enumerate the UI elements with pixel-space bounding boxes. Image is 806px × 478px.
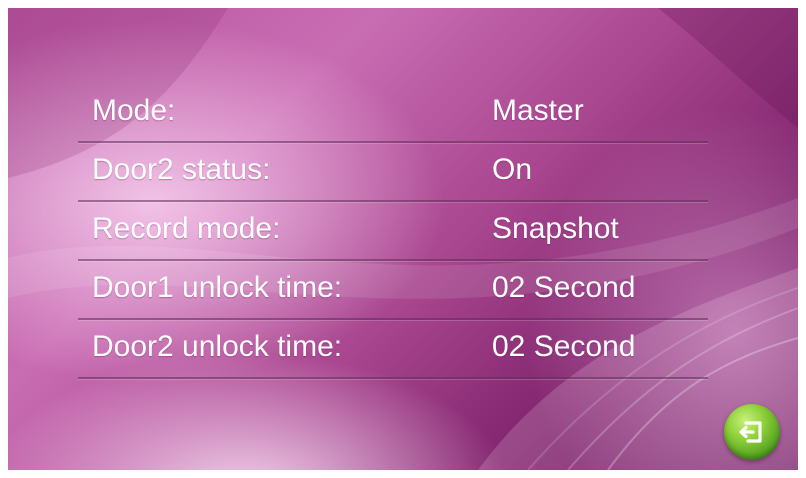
setting-row-door2-status[interactable]: Door2 status: On [78, 143, 708, 202]
setting-row-door2-unlock-time[interactable]: Door2 unlock time: 02 Second [78, 320, 708, 379]
setting-value[interactable]: 02 Second [492, 330, 635, 364]
setting-value[interactable]: Master [492, 94, 584, 128]
setting-label: Door2 unlock time: [92, 330, 343, 363]
setting-value[interactable]: Snapshot [492, 212, 619, 246]
setting-label: Door2 status: [92, 153, 271, 186]
settings-screen: Mode: Master Door2 status: On Record mod… [8, 8, 798, 470]
setting-label: Mode: [92, 94, 176, 127]
setting-row-door1-unlock-time[interactable]: Door1 unlock time: 02 Second [78, 261, 708, 320]
setting-label: Record mode: [92, 212, 281, 245]
back-button[interactable] [724, 404, 780, 460]
setting-value[interactable]: 02 Second [492, 271, 635, 305]
setting-label: Door1 unlock time: [92, 271, 343, 304]
settings-list: Mode: Master Door2 status: On Record mod… [78, 84, 708, 379]
setting-row-mode[interactable]: Mode: Master [78, 84, 708, 143]
setting-row-record-mode[interactable]: Record mode: Snapshot [78, 202, 708, 261]
setting-value[interactable]: On [492, 153, 532, 187]
return-arrow-icon [739, 421, 762, 443]
